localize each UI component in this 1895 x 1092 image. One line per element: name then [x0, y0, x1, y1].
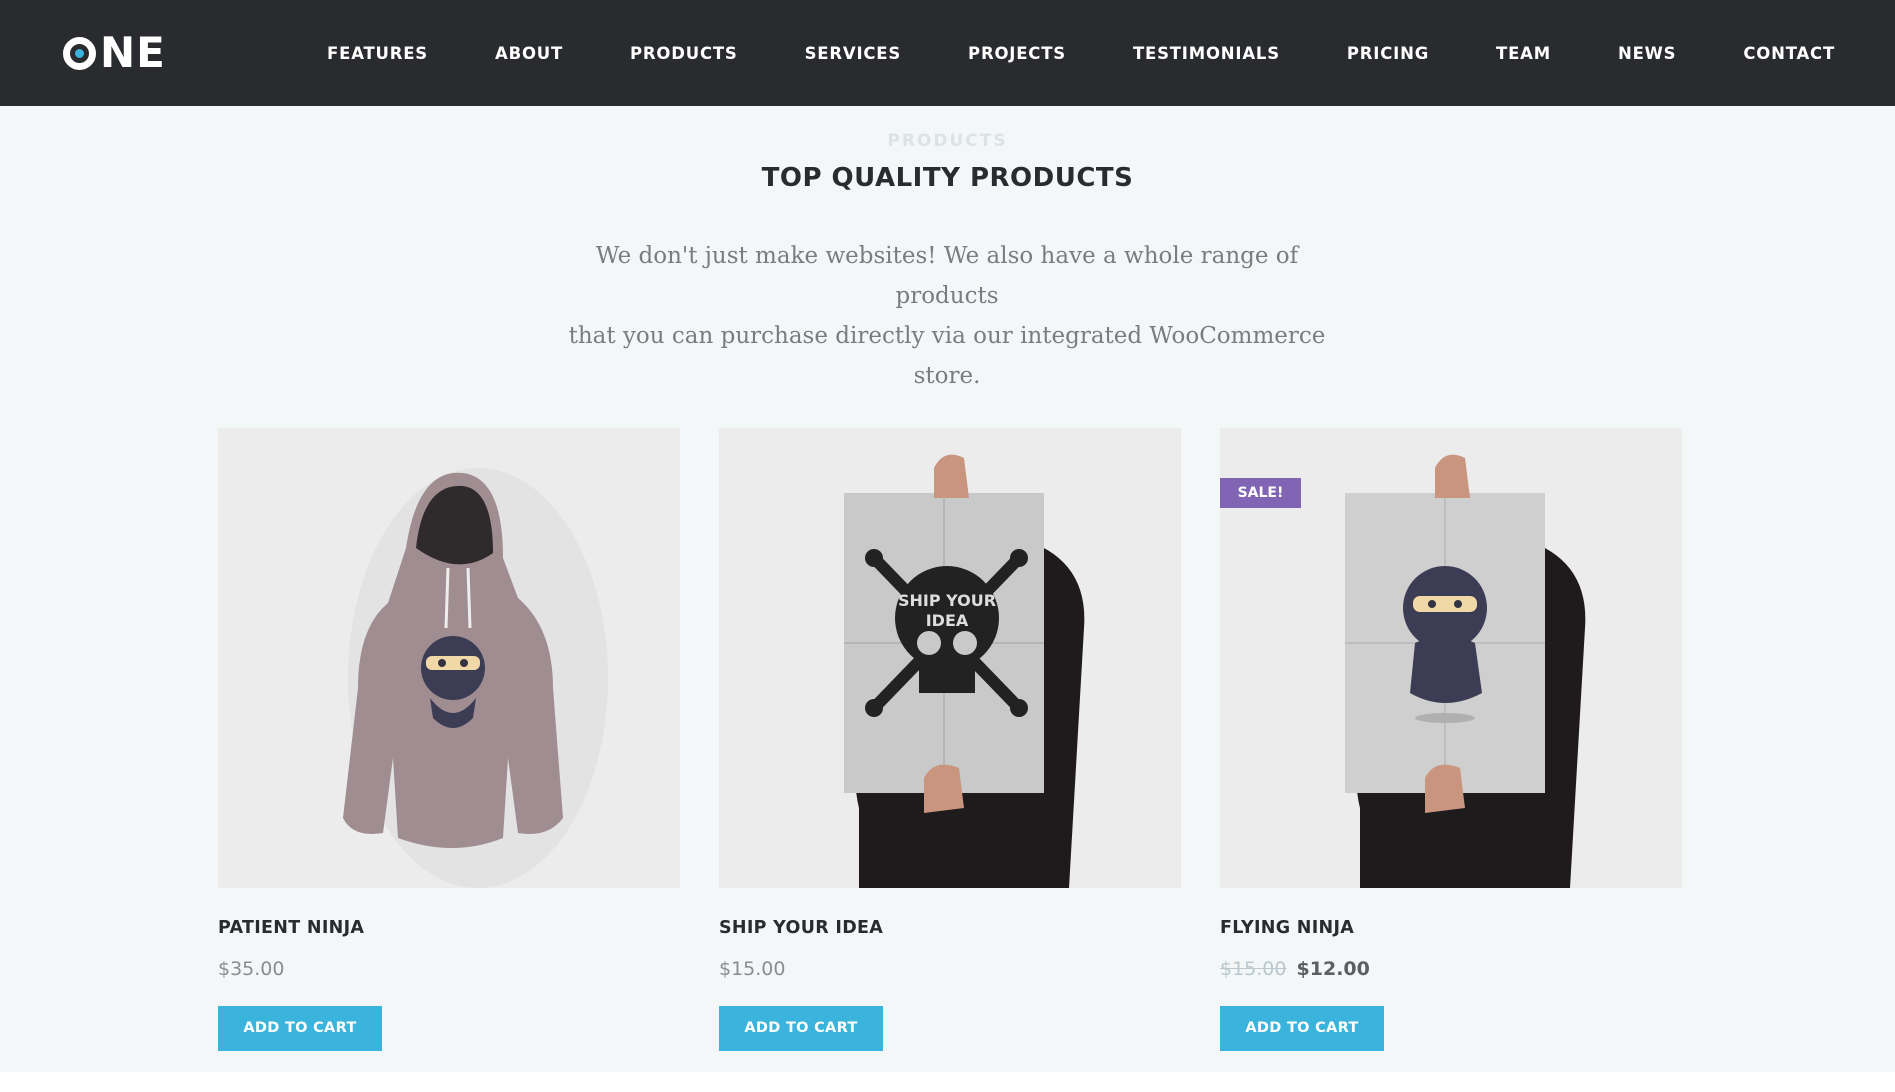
sale-badge: SALE! [1220, 478, 1301, 508]
svg-text:SHIP YOUR: SHIP YOUR [898, 591, 996, 610]
product-name[interactable]: FLYING NINJA [1220, 918, 1682, 938]
site-logo[interactable]: NE [63, 31, 166, 75]
nav-news[interactable]: NEWS [1618, 44, 1676, 63]
site-header: NE FEATURES ABOUT PRODUCTS SERVICES PROJ… [0, 0, 1895, 106]
add-to-cart-button[interactable]: ADD TO CART [218, 1006, 382, 1051]
logo-o-icon [63, 36, 96, 70]
ninja-hoodie-icon [343, 468, 608, 888]
product-price: $15.00 $12.00 [1220, 958, 1682, 980]
product-image[interactable]: SALE! [1220, 428, 1682, 888]
product-name[interactable]: PATIENT NINJA [218, 918, 680, 938]
product-card: SHIP YOUR IDEA SHIP YOUR IDEA $15.00 ADD… [719, 428, 1181, 1051]
product-card: PATIENT NINJA $35.00 ADD TO CART [218, 428, 680, 1051]
intro-line: that you can purchase directly via our i… [568, 323, 1326, 389]
section-title: TOP QUALITY PRODUCTS [761, 163, 1134, 193]
nav-pricing[interactable]: PRICING [1347, 44, 1429, 63]
product-card: SALE! FLYING NINJA $15.00 $12.00 ADD TO … [1220, 428, 1682, 1051]
section-intro: We don't just make websites! We also hav… [547, 236, 1347, 396]
main-nav: FEATURES ABOUT PRODUCTS SERVICES PROJECT… [260, 0, 1835, 106]
product-price: $35.00 [218, 958, 285, 980]
nav-team[interactable]: TEAM [1496, 44, 1551, 63]
nav-projects[interactable]: PROJECTS [968, 44, 1066, 63]
product-price: $15.00 [719, 958, 786, 980]
intro-line: We don't just make websites! We also hav… [595, 243, 1299, 309]
nav-about[interactable]: ABOUT [495, 44, 563, 63]
skull-poster-icon: SHIP YOUR IDEA [844, 454, 1085, 888]
products-section: PRODUCTS TOP QUALITY PRODUCTS We don't j… [0, 106, 1895, 1072]
nav-testimonials[interactable]: TESTIMONIALS [1133, 44, 1280, 63]
nav-features[interactable]: FEATURES [327, 44, 428, 63]
nav-products[interactable]: PRODUCTS [630, 44, 738, 63]
logo-text: NE [100, 28, 166, 77]
nav-services[interactable]: SERVICES [805, 44, 901, 63]
product-name[interactable]: SHIP YOUR IDEA [719, 918, 1181, 938]
old-price: $15.00 [1220, 958, 1287, 980]
add-to-cart-button[interactable]: ADD TO CART [719, 1006, 883, 1051]
section-eyebrow: PRODUCTS [887, 131, 1008, 151]
sale-price: $12.00 [1296, 958, 1370, 980]
add-to-cart-button[interactable]: ADD TO CART [1220, 1006, 1384, 1051]
nav-contact[interactable]: CONTACT [1743, 44, 1835, 63]
product-image[interactable] [218, 428, 680, 888]
svg-text:IDEA: IDEA [926, 611, 969, 630]
product-image[interactable]: SHIP YOUR IDEA [719, 428, 1181, 888]
